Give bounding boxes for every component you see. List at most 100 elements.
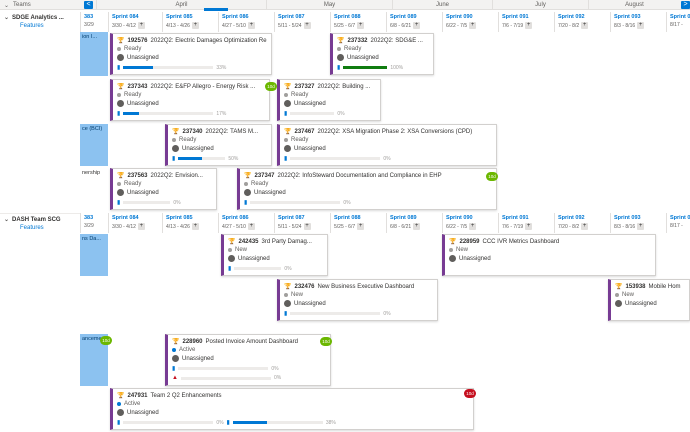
- card-title[interactable]: 2022Q2: Electric Damages Optimization Re…: [151, 38, 267, 44]
- progress-icon: ▮: [172, 156, 176, 162]
- feature-card[interactable]: 🏆 192576 2022Q2: Electric Damages Optimiza…: [110, 33, 272, 75]
- add-icon[interactable]: +: [469, 223, 477, 230]
- card-assignee[interactable]: Unassigned: [347, 55, 379, 61]
- sprint-name[interactable]: Sprint 092: [558, 14, 607, 20]
- feature-strip[interactable]: ns Da...: [80, 234, 108, 276]
- sprint-name[interactable]: Sprint 092: [558, 215, 607, 221]
- card-title[interactable]: 2022Q2: Building ...: [318, 84, 371, 90]
- add-icon[interactable]: +: [191, 223, 199, 230]
- card-title[interactable]: 3rd Party Damag...: [262, 239, 312, 245]
- feature-strip[interactable]: ion I...: [80, 32, 108, 76]
- sprint-name[interactable]: 383: [84, 215, 105, 221]
- sprint-name[interactable]: 383: [84, 14, 105, 20]
- prev-button[interactable]: <: [84, 1, 93, 9]
- card-title[interactable]: Posted Invoice Amount Dashboard: [206, 339, 298, 345]
- add-icon[interactable]: +: [357, 22, 365, 29]
- sprint-name[interactable]: Sprint 087: [278, 215, 327, 221]
- add-icon[interactable]: +: [413, 223, 421, 230]
- sprint-name[interactable]: Sprint 085: [166, 14, 215, 20]
- card-assignee[interactable]: Unassigned: [238, 256, 270, 262]
- sprint-name[interactable]: Sprint 089: [390, 215, 439, 221]
- sprint-name[interactable]: Sprint 088: [334, 215, 383, 221]
- add-icon[interactable]: +: [303, 223, 311, 230]
- feature-card[interactable]: 🏆 232476 New Business Executive Dashboard N…: [277, 279, 438, 321]
- feature-card[interactable]: 🏆 247931 Team 2 Q2 Enhancements Active Unass…: [110, 388, 474, 430]
- card-assignee[interactable]: Unassigned: [294, 301, 326, 307]
- sprint-name[interactable]: Sprint 091: [502, 215, 551, 221]
- feature-card[interactable]: 🏆 237343 2022Q2: E&FP Allegro - Energy Ris…: [110, 79, 270, 121]
- add-icon[interactable]: +: [581, 22, 589, 29]
- sprint-name[interactable]: Sprint 090: [446, 14, 495, 20]
- sprint-name[interactable]: Sprint 088: [334, 14, 383, 20]
- add-icon[interactable]: +: [637, 22, 645, 29]
- card-assignee[interactable]: Unassigned: [127, 410, 159, 416]
- card-assignee[interactable]: Unassigned: [459, 256, 491, 262]
- add-icon[interactable]: +: [413, 22, 421, 29]
- add-icon[interactable]: +: [469, 22, 477, 29]
- feature-card[interactable]: 🏆 228959 CCC IVR Metrics Dashboard New Unass…: [442, 234, 656, 276]
- sprint-name[interactable]: Sprint 093: [614, 215, 663, 221]
- card-assignee[interactable]: Unassigned: [294, 101, 326, 107]
- sprint-name[interactable]: Sprint 089: [390, 14, 439, 20]
- add-icon[interactable]: +: [303, 22, 311, 29]
- card-title[interactable]: Team 2 Q2 Enhancements: [151, 393, 222, 399]
- feature-strip[interactable]: nership: [80, 168, 108, 208]
- team-name[interactable]: DASH Team SCG: [12, 217, 61, 223]
- card-title[interactable]: 2022Q2: InfoSteward Documentation and Co…: [278, 173, 442, 179]
- team-backlog-level[interactable]: Features: [4, 225, 76, 231]
- chevron-down-icon[interactable]: ⌄: [4, 2, 9, 9]
- sprint-name[interactable]: Sprint 091: [502, 14, 551, 20]
- card-assignee[interactable]: Unassigned: [127, 101, 159, 107]
- feature-card[interactable]: 🏆 237340 2022Q2: TAMS M... Ready Unassigned ▮…: [165, 124, 272, 166]
- add-icon[interactable]: +: [137, 223, 145, 230]
- add-icon[interactable]: +: [247, 22, 255, 29]
- sprint-name[interactable]: Sprint 087: [278, 14, 327, 20]
- feature-card[interactable]: 🏆 237563 2022Q2: Envision... Ready Unassigne…: [110, 168, 217, 210]
- card-title[interactable]: 2022Q2: TAMS M...: [206, 129, 258, 135]
- card-title[interactable]: New Business Executive Dashboard: [318, 284, 415, 290]
- add-icon[interactable]: +: [191, 22, 199, 29]
- card-assignee[interactable]: Unassigned: [127, 55, 159, 61]
- sprint-name[interactable]: Sprint 086: [222, 215, 271, 221]
- sprint-name[interactable]: Sprint 0: [670, 215, 690, 221]
- next-button[interactable]: >: [681, 1, 690, 9]
- sprint-name[interactable]: Sprint 0: [670, 14, 690, 20]
- add-icon[interactable]: +: [525, 22, 533, 29]
- card-title[interactable]: 2022Q2: E&FP Allegro - Energy Risk ...: [151, 84, 256, 90]
- sprint-name[interactable]: Sprint 084: [112, 14, 159, 20]
- feature-strip[interactable]: ce (BCI): [80, 124, 108, 166]
- add-icon[interactable]: +: [247, 223, 255, 230]
- sprint-name[interactable]: Sprint 086: [222, 14, 271, 20]
- card-title[interactable]: Mobile Hom: [649, 284, 681, 290]
- chevron-down-icon[interactable]: ⌄: [4, 216, 9, 223]
- card-assignee[interactable]: Unassigned: [182, 146, 214, 152]
- feature-card[interactable]: 🏆 237332 2022Q2: SDG&E ... Ready Unassigned ▮…: [330, 33, 434, 75]
- add-icon[interactable]: +: [581, 223, 589, 230]
- card-assignee[interactable]: Unassigned: [625, 301, 657, 307]
- sprint-name[interactable]: Sprint 084: [112, 215, 159, 221]
- sprint-name[interactable]: Sprint 085: [166, 215, 215, 221]
- feature-card[interactable]: 🏆 237327 2022Q2: Building ... Ready Unassign…: [277, 79, 381, 121]
- add-icon[interactable]: +: [137, 22, 145, 29]
- team-name[interactable]: SDGE Analytics ...: [12, 15, 64, 21]
- card-title[interactable]: CCC IVR Metrics Dashboard: [483, 239, 560, 245]
- feature-card[interactable]: 🏆 237347 2022Q2: InfoSteward Documentation…: [237, 168, 497, 210]
- card-assignee[interactable]: Unassigned: [182, 356, 214, 362]
- sprint-name[interactable]: Sprint 093: [614, 14, 663, 20]
- card-assignee[interactable]: Unassigned: [294, 146, 326, 152]
- card-title[interactable]: 2022Q2: XSA Migration Phase 2: XSA Conve…: [318, 129, 473, 135]
- card-assignee[interactable]: Unassigned: [254, 190, 286, 196]
- feature-card[interactable]: 🏆 242435 3rd Party Damag... New Unassigned ▮ 0…: [221, 234, 328, 276]
- add-icon[interactable]: +: [525, 223, 533, 230]
- add-icon[interactable]: +: [637, 223, 645, 230]
- sprint-name[interactable]: Sprint 090: [446, 215, 495, 221]
- add-icon[interactable]: +: [357, 223, 365, 230]
- feature-card[interactable]: 🏆 153938 Mobile Hom New Unassigned: [608, 279, 690, 321]
- feature-card[interactable]: 🏆 228960 Posted Invoice Amount Dashboard Ac…: [165, 334, 331, 386]
- card-title[interactable]: 2022Q2: Envision...: [151, 173, 203, 179]
- card-assignee[interactable]: Unassigned: [127, 190, 159, 196]
- team-backlog-level[interactable]: Features: [4, 23, 76, 29]
- card-title[interactable]: 2022Q2: SDG&E ...: [371, 38, 423, 44]
- feature-card[interactable]: 🏆 237467 2022Q2: XSA Migration Phase 2: XS…: [277, 124, 497, 166]
- chevron-down-icon[interactable]: ⌄: [4, 14, 9, 21]
